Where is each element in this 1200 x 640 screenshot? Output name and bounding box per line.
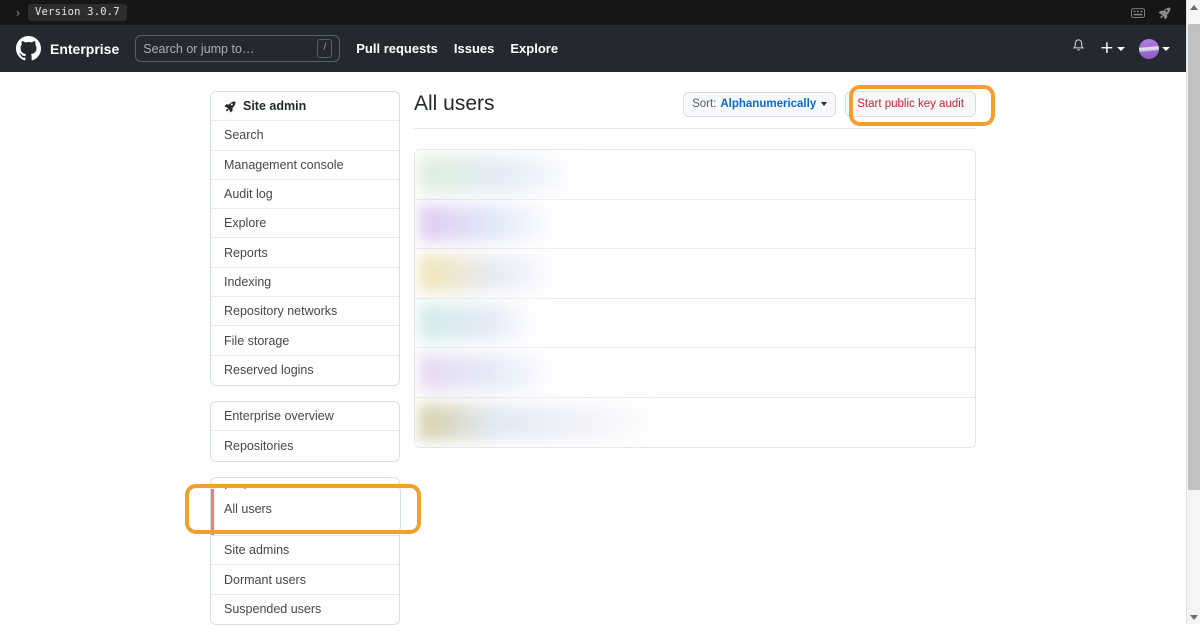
sidebar-item-label: Invite user: [224, 484, 282, 499]
sidebar-item-enterprise-overview[interactable]: Enterprise overview: [211, 402, 399, 432]
sort-label: Sort:: [692, 98, 717, 110]
scroll-down-button[interactable]: [1187, 610, 1200, 624]
sidebar-item-label: Audit log: [224, 187, 273, 202]
sidebar-item-label: Site admin: [243, 99, 307, 114]
sidebar-item-indexing[interactable]: Indexing: [211, 268, 399, 298]
audit-button-label: Start public key audit: [857, 98, 964, 110]
sidebar-item-label: Explore: [224, 216, 267, 231]
sidebar-item-label: Indexing: [224, 274, 272, 289]
table-row[interactable]: [415, 348, 975, 398]
content-header: All users Sort: Alphanumerically Start p…: [414, 91, 976, 129]
main-content: All users Sort: Alphanumerically Start p…: [414, 91, 976, 448]
page-body: Site admin Search Management console Aud…: [0, 72, 1186, 626]
search-input[interactable]: Search or jump to… /: [135, 35, 341, 62]
table-row[interactable]: [415, 298, 975, 348]
triangle-down-icon: [1190, 614, 1198, 620]
sidebar-item-search[interactable]: Search: [211, 121, 399, 151]
page-title: All users: [414, 92, 495, 116]
table-row[interactable]: [415, 397, 975, 447]
keyboard-icon[interactable]: [1131, 7, 1145, 18]
bell-icon[interactable]: [1071, 38, 1086, 59]
sidebar-group-enterprise: Enterprise overview Repositories: [210, 400, 400, 462]
sidebar-item-management-console[interactable]: Management console: [211, 151, 399, 180]
sidebar-item-label: Suspended users: [224, 602, 322, 617]
sort-value: Alphanumerically: [720, 98, 817, 110]
sidebar-item-site-admin[interactable]: Site admin: [211, 92, 399, 122]
sidebar-group-site-admin: Site admin Search Management console Aud…: [210, 91, 400, 386]
sidebar-item-label: Repositories: [224, 438, 294, 453]
sidebar-item-label: Search: [224, 128, 264, 143]
sidebar-item-label: File storage: [224, 333, 290, 348]
sidebar-group-users: Invite user All users Site admins Dorman…: [210, 476, 400, 626]
rocket-icon: [224, 100, 237, 113]
redacted-user-info: [419, 304, 539, 342]
sidebar-item-label: Site admins: [224, 543, 290, 558]
sidebar-item-label: Dormant users: [224, 572, 306, 587]
sidebar-item-label: Management console: [224, 157, 344, 172]
redacted-user-info: [419, 155, 579, 193]
sidebar-item-reports[interactable]: Reports: [211, 238, 399, 268]
scrollbar-thumb[interactable]: [1188, 24, 1200, 490]
sidebar-item-invite-user[interactable]: Invite user: [211, 478, 399, 507]
sidebar-item-label: Enterprise overview: [224, 409, 334, 424]
sidebar-item-site-admins[interactable]: Site admins: [211, 536, 399, 566]
sidebar-item-label: Reserved logins: [224, 363, 314, 378]
expand-chevron-icon[interactable]: ›: [8, 7, 28, 19]
header-actions: +: [1071, 38, 1170, 59]
triangle-up-icon: [1190, 4, 1198, 10]
redacted-user-info: [419, 254, 559, 292]
sidebar-item-suspended-users[interactable]: Suspended users: [211, 595, 399, 624]
github-octocat-icon[interactable]: [16, 36, 41, 61]
sidebar-item-label: Reports: [224, 245, 268, 260]
nav-issues[interactable]: Issues: [454, 41, 494, 56]
sidebar-item-repository-networks[interactable]: Repository networks: [211, 297, 399, 327]
sort-dropdown[interactable]: Sort: Alphanumerically: [683, 91, 837, 117]
chevron-down-icon: [1162, 46, 1170, 51]
sidebar-item-file-storage[interactable]: File storage: [211, 326, 399, 356]
sidebar-item-label: Repository networks: [224, 304, 338, 319]
header-nav: Pull requests Issues Explore: [356, 41, 558, 56]
table-row[interactable]: [415, 199, 975, 249]
sidebar-item-reserved-logins[interactable]: Reserved logins: [211, 356, 399, 385]
start-public-key-audit-button[interactable]: Start public key audit: [845, 91, 976, 117]
version-badge: Version 3.0.7: [28, 4, 127, 21]
sidebar-item-repositories[interactable]: Repositories: [211, 431, 399, 460]
scroll-up-button[interactable]: [1187, 0, 1200, 14]
sidebar-item-all-users[interactable]: All users: [211, 506, 399, 537]
chevron-down-icon: [821, 102, 828, 106]
plus-icon: +: [1099, 38, 1114, 58]
sidebar-item-audit-log[interactable]: Audit log: [211, 180, 399, 210]
search-placeholder: Search or jump to…: [143, 41, 255, 56]
redacted-user-info: [419, 353, 559, 391]
app-header: Enterprise Search or jump to… / Pull req…: [0, 25, 1186, 72]
redacted-user-info: [419, 403, 664, 441]
table-row[interactable]: [415, 150, 975, 200]
sidebar-item-label: All users: [224, 514, 272, 528]
table-row[interactable]: [415, 249, 975, 299]
rocket-icon[interactable]: [1158, 6, 1172, 20]
user-menu-button[interactable]: [1139, 38, 1170, 59]
vertical-scrollbar[interactable]: [1186, 0, 1200, 624]
avatar: [1139, 38, 1159, 59]
utility-bar-icons: [1131, 6, 1178, 20]
chevron-down-icon: [1117, 46, 1125, 51]
create-new-button[interactable]: +: [1100, 40, 1125, 57]
header-action-group: Sort: Alphanumerically Start public key …: [683, 91, 976, 117]
redacted-user-info: [419, 205, 559, 243]
nav-explore[interactable]: Explore: [510, 41, 558, 56]
sidebar-item-explore[interactable]: Explore: [211, 209, 399, 239]
search-shortcut-badge: /: [317, 39, 333, 58]
admin-sidebar: Site admin Search Management console Aud…: [210, 91, 400, 640]
utility-bar: › Version 3.0.7: [0, 0, 1186, 25]
sidebar-item-dormant-users[interactable]: Dormant users: [211, 565, 399, 595]
brand-label: Enterprise: [50, 40, 120, 57]
user-list: [414, 149, 976, 448]
nav-pull-requests[interactable]: Pull requests: [356, 41, 438, 56]
